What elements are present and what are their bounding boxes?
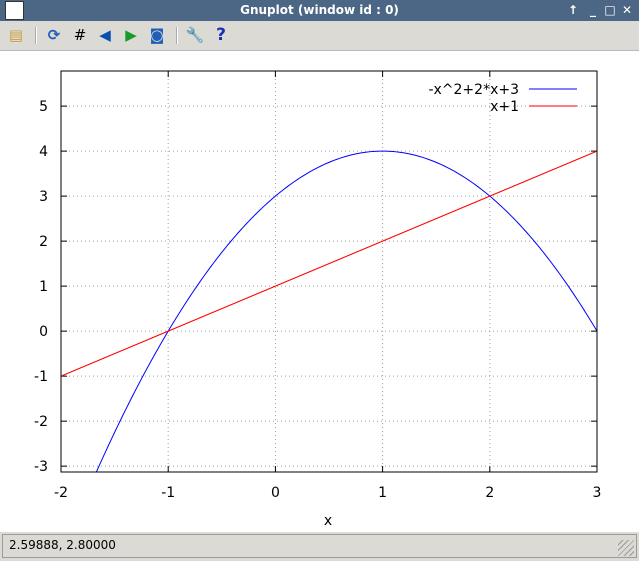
toolbar: ▤ ⟳ # ◀ ▶ ◙ 🔧 ? [0, 21, 639, 51]
x-tick-label: -1 [161, 485, 175, 501]
help-icon[interactable]: ? [211, 25, 231, 45]
plot-border [60, 70, 598, 473]
series-line-linear [61, 150, 597, 377]
zoom-next-icon[interactable]: ▶ [121, 25, 141, 45]
status-bar: 2.59888, 2.80000 [2, 534, 637, 558]
copy-clipboard-icon[interactable]: ▤ [6, 25, 26, 45]
y-tick-label: 0 [39, 324, 48, 340]
y-tick-label: 5 [39, 99, 48, 115]
y-tick-label: 2 [39, 234, 48, 250]
x-axis-label: x [324, 513, 332, 529]
y-tick-label: -2 [34, 414, 48, 430]
resize-grip[interactable] [618, 540, 634, 556]
x-tick-label: 0 [271, 485, 280, 501]
autoscale-icon[interactable]: ◙ [147, 25, 167, 45]
y-tick-label: -3 [34, 459, 48, 475]
replot-icon[interactable]: ⟳ [44, 25, 64, 45]
mouse-coordinates: 2.59888, 2.80000 [9, 538, 116, 552]
y-tick-label: 4 [39, 144, 48, 160]
series-line-parabola [95, 150, 597, 472]
minimize-icon[interactable]: _ [586, 3, 600, 17]
x-tick-label: 3 [593, 485, 602, 501]
x-tick-label: 1 [378, 485, 387, 501]
toolbar-separator [176, 27, 178, 44]
keep-above-icon[interactable]: ↑ [566, 3, 580, 17]
chart: -2 -1 0 1 2 3 -3 -2 -1 0 1 2 3 4 5 x -x^2+2*x+3x+1 [34, 70, 602, 529]
legend-label: -x^2+2*x+3 [428, 82, 519, 98]
y-tick-label: -1 [34, 369, 48, 385]
toolbar-separator [35, 27, 37, 44]
wrench-icon[interactable]: 🔧 [185, 25, 205, 45]
grid-icon[interactable]: # [70, 25, 90, 45]
legend-label: x+1 [490, 99, 519, 115]
title-bar: Gnuplot (window id : 0) ↑ _ □ ✕ [0, 0, 639, 21]
x-tick-label: 2 [485, 485, 494, 501]
zoom-previous-icon[interactable]: ◀ [95, 25, 115, 45]
plot-canvas[interactable]: -2 -1 0 1 2 3 -3 -2 -1 0 1 2 3 4 5 x -x^2+2*x+3 x+1 [0, 51, 639, 532]
maximize-icon[interactable]: □ [603, 3, 617, 17]
y-tick-label: 1 [39, 279, 48, 295]
y-tick-label: 3 [39, 189, 48, 205]
close-icon[interactable]: ✕ [620, 3, 634, 17]
window-title: Gnuplot (window id : 0) [240, 3, 399, 17]
x-tick-label: -2 [54, 485, 68, 501]
